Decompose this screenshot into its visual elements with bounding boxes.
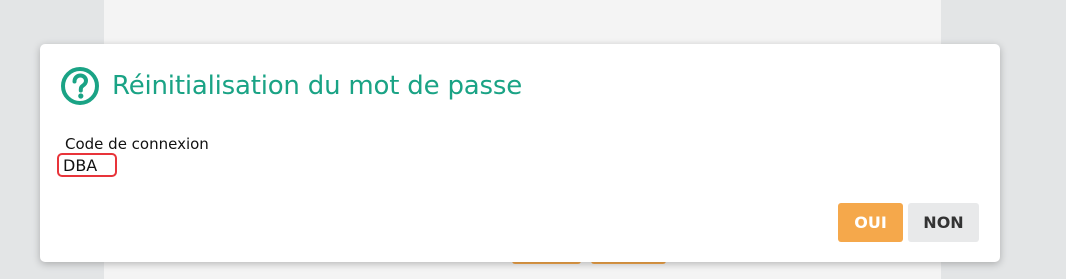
no-button[interactable]: NON bbox=[908, 203, 979, 242]
yes-button[interactable]: OUI bbox=[838, 203, 903, 242]
help-circle-icon bbox=[61, 67, 99, 105]
dialog-header: Réinitialisation du mot de passe bbox=[60, 66, 522, 106]
login-code-input[interactable] bbox=[57, 153, 117, 177]
dialog-title: Réinitialisation du mot de passe bbox=[112, 71, 522, 101]
reset-password-dialog: Réinitialisation du mot de passe Code de… bbox=[40, 44, 1000, 262]
login-code-label: Code de connexion bbox=[65, 135, 209, 153]
